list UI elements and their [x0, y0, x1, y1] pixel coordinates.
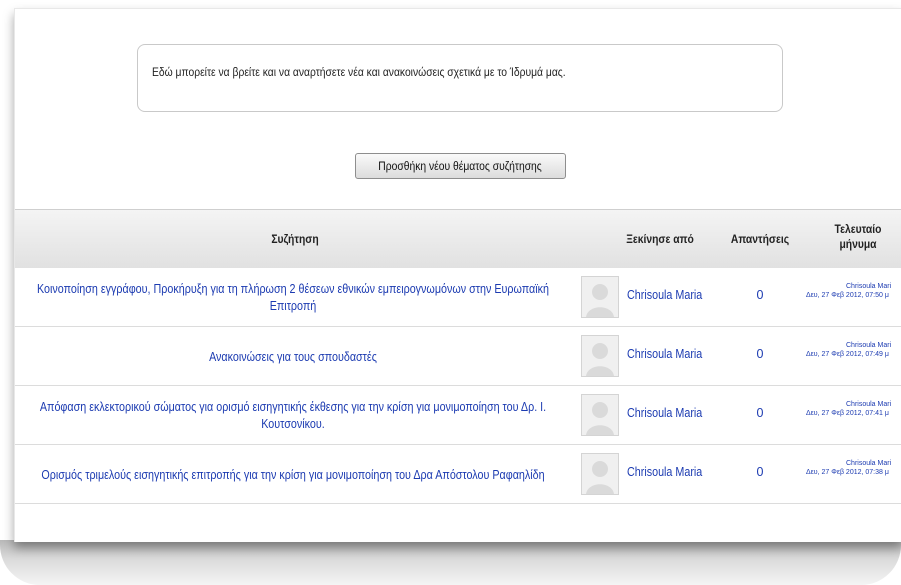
last-post-author[interactable]: Chrisoula Mari	[806, 282, 901, 291]
last-post[interactable]: Chrisoula Mari Δευ, 27 Φεβ 2012, 07:38 μ	[806, 459, 901, 477]
replies-count[interactable]: 0	[747, 347, 773, 361]
header-started-by: Ξεκίνησε από	[626, 232, 694, 246]
table-row: Κοινοποίηση εγγράφου, Προκήρυξη για τη π…	[15, 268, 901, 327]
avatar[interactable]	[581, 335, 619, 377]
replies-count[interactable]: 0	[747, 465, 773, 479]
last-post-author[interactable]: Chrisoula Mari	[806, 459, 901, 468]
last-post-author[interactable]: Chrisoula Mari	[806, 400, 901, 409]
forum-intro-text: Εδώ μπορείτε να βρείτε και να αναρτήσετε…	[152, 65, 566, 79]
last-post[interactable]: Chrisoula Mari Δευ, 27 Φεβ 2012, 07:41 μ	[806, 400, 901, 418]
last-post-date[interactable]: Δευ, 27 Φεβ 2012, 07:50 μ	[806, 291, 901, 300]
last-post-date[interactable]: Δευ, 27 Φεβ 2012, 07:49 μ	[806, 350, 901, 359]
starter-link[interactable]: Chrisoula Maria	[627, 465, 702, 479]
replies-count[interactable]: 0	[747, 288, 773, 302]
add-discussion-button[interactable]: Προσθήκη νέου θέματος συζήτησης	[355, 153, 566, 179]
avatar[interactable]	[581, 276, 619, 318]
last-post-date[interactable]: Δευ, 27 Φεβ 2012, 07:41 μ	[806, 409, 901, 418]
last-post-author[interactable]: Chrisoula Mari	[806, 341, 901, 350]
header-last-post: Τελευταίο μήνυμα	[821, 222, 895, 252]
table-row: Απόφαση εκλεκτορικού σώματος για ορισμό …	[15, 386, 901, 445]
discussion-link[interactable]: Ανακοινώσεις για τους σπουδαστές	[23, 335, 563, 379]
last-post[interactable]: Chrisoula Mari Δευ, 27 Φεβ 2012, 07:50 μ	[806, 282, 901, 300]
avatar[interactable]	[581, 453, 619, 495]
header-discussion: Συζήτηση	[271, 232, 319, 246]
forum-panel: Εδώ μπορείτε να βρείτε και να αναρτήσετε…	[14, 8, 901, 542]
avatar[interactable]	[581, 394, 619, 436]
header-replies: Απαντήσεις	[730, 232, 790, 246]
discussion-table-header: Συζήτηση Ξεκίνησε από Απαντήσεις Τελευτα…	[15, 209, 901, 269]
starter-link[interactable]: Chrisoula Maria	[627, 347, 702, 361]
forum-intro-box: Εδώ μπορείτε να βρείτε και να αναρτήσετε…	[137, 44, 783, 112]
last-post[interactable]: Chrisoula Mari Δευ, 27 Φεβ 2012, 07:49 μ	[806, 341, 901, 359]
table-row: Ανακοινώσεις για τους σπουδαστές Chrisou…	[15, 327, 901, 386]
replies-count[interactable]: 0	[747, 406, 773, 420]
starter-link[interactable]: Chrisoula Maria	[627, 288, 702, 302]
discussion-link[interactable]: Ορισμός τριμελούς εισηγητικής επιτροπής …	[23, 453, 563, 497]
last-post-date[interactable]: Δευ, 27 Φεβ 2012, 07:38 μ	[806, 468, 901, 477]
add-discussion-button-label: Προσθήκη νέου θέματος συζήτησης	[378, 159, 543, 173]
header-last-post-line2: μήνυμα	[839, 237, 877, 251]
starter-link[interactable]: Chrisoula Maria	[627, 406, 702, 420]
header-last-post-line1: Τελευταίο	[834, 222, 882, 236]
table-row: Ορισμός τριμελούς εισηγητικής επιτροπής …	[15, 445, 901, 504]
discussion-link[interactable]: Απόφαση εκλεκτορικού σώματος για ορισμό …	[23, 394, 563, 438]
page-shadow	[0, 540, 901, 585]
discussion-link[interactable]: Κοινοποίηση εγγράφου, Προκήρυξη για τη π…	[23, 276, 563, 320]
